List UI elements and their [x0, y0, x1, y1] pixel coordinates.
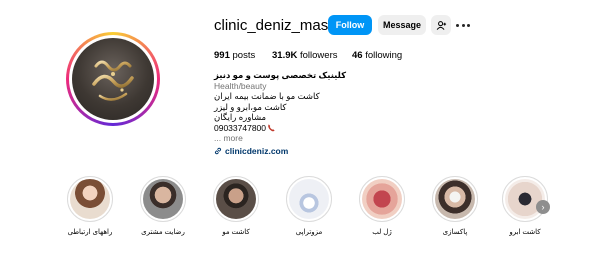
story-highlights: راههای ارتباطی رضایت مشتری کاشت مو مزوتر… — [0, 176, 600, 246]
followers-stat[interactable]: 31.9K followers — [272, 50, 338, 61]
highlights-next-button[interactable]: › — [536, 200, 550, 214]
bio-line: مشاوره رایگان — [214, 112, 267, 122]
highlight-item[interactable]: ژل لب — [357, 176, 407, 236]
chevron-right-icon: › — [541, 202, 545, 212]
bio-category: Health/beauty — [214, 80, 267, 91]
phone-icon — [268, 124, 275, 132]
highlight-label: پاکسازی — [442, 229, 468, 236]
highlight-label: مزوتراپی — [295, 229, 323, 236]
suggest-users-button[interactable] — [431, 15, 451, 35]
posts-stat: 991 posts — [214, 50, 256, 61]
message-button[interactable]: Message — [378, 15, 426, 35]
highlight-cover — [435, 179, 475, 219]
profile-avatar[interactable] — [66, 32, 160, 126]
bio-line: کاشت مو،ابرو و لیزر — [214, 101, 287, 112]
highlight-cover — [143, 179, 183, 219]
ellipsis-icon — [456, 23, 459, 27]
highlight-cover — [70, 179, 110, 219]
bio: کلینیک تخصصی پوست و مو دنیز Health/beaut… — [214, 70, 384, 156]
highlight-item[interactable]: راههای ارتباطی — [65, 176, 115, 236]
link-icon — [215, 147, 221, 154]
highlight-label: رضایت مشتری — [141, 229, 185, 236]
more-options-button[interactable] — [456, 18, 470, 32]
highlight-cover — [216, 179, 256, 219]
avatar-logo-image — [72, 38, 154, 120]
website-link[interactable]: clinicdeniz.com — [214, 146, 384, 157]
highlight-label: راههای ارتباطی — [67, 229, 113, 236]
highlight-cover — [289, 179, 329, 219]
highlight-label: ژل لب — [372, 229, 392, 236]
highlight-item[interactable]: مزوتراپی — [284, 176, 334, 236]
bio-phone: 09033747800 — [214, 122, 267, 133]
person-plus-icon — [436, 20, 446, 30]
highlight-label: کاشت ابرو — [509, 229, 541, 236]
following-stat[interactable]: 46 following — [352, 50, 402, 61]
highlight-item[interactable]: کاشت مو — [211, 176, 261, 236]
follow-button[interactable]: Follow — [328, 15, 372, 35]
highlight-item[interactable]: پاکسازی — [430, 176, 480, 236]
bio-line: کاشت مو با ضمانت بیمه ایران — [214, 91, 320, 101]
bio-phone-line: 09033747800 — [214, 123, 384, 134]
bio-name: کلینیک تخصصی پوست و مو دنیز — [214, 70, 347, 80]
highlight-item[interactable]: رضایت مشتری — [138, 176, 188, 236]
bio-more-link[interactable]: ... more — [214, 133, 384, 144]
highlight-label: کاشت مو — [222, 229, 250, 236]
highlight-cover — [362, 179, 402, 219]
